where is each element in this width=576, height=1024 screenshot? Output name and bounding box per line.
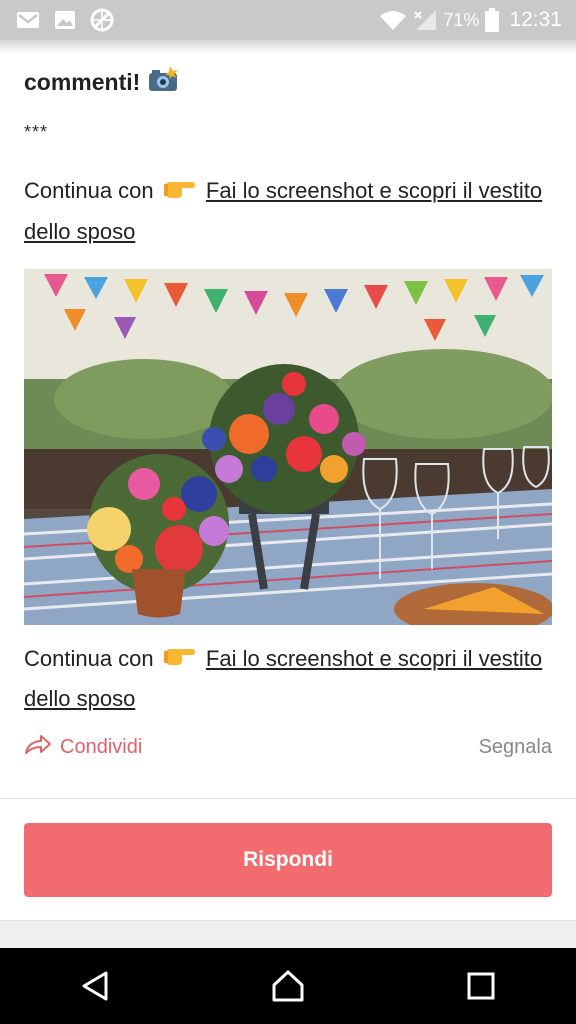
- separator-text: ***: [24, 122, 49, 142]
- vpn-icon: [90, 8, 114, 32]
- continue-prefix: Continua con: [24, 178, 154, 203]
- heading-text: commenti!: [24, 68, 141, 95]
- report-button[interactable]: Segnala: [479, 736, 552, 759]
- home-icon[interactable]: [271, 970, 305, 1002]
- continue-prefix: Continua con: [24, 645, 154, 671]
- wifi-icon: [379, 9, 407, 31]
- post-heading: commenti!: [24, 66, 552, 98]
- divider: [0, 798, 576, 799]
- status-bar: 71% 12:31: [0, 0, 576, 40]
- continue-paragraph-2: Continua con Fai lo screenshot e scopri …: [24, 639, 552, 719]
- post-actions: Condividi Segnala: [24, 730, 552, 764]
- camera-flash-emoji-icon: [148, 66, 179, 98]
- gmail-icon: [16, 11, 40, 29]
- continue-paragraph-1: Continua con Fai lo screenshot e scopri …: [24, 171, 552, 251]
- signal-icon: [413, 9, 437, 31]
- share-button[interactable]: Condividi: [24, 733, 142, 761]
- pointing-hand-icon: [163, 173, 196, 212]
- post-content: commenti! *** Continua con Fai lo screen…: [24, 56, 552, 718]
- back-icon[interactable]: [80, 970, 110, 1002]
- reply-button[interactable]: Rispondi: [24, 823, 552, 897]
- header-shadow: [0, 40, 576, 54]
- recents-icon[interactable]: [466, 971, 496, 1001]
- share-label: Condividi: [60, 735, 143, 758]
- bottom-strip: [0, 920, 576, 949]
- pointing-hand-icon: [163, 640, 196, 679]
- navigation-bar: [0, 948, 576, 1024]
- battery-percent: 71%: [443, 9, 480, 30]
- battery-icon: [485, 8, 500, 32]
- gallery-icon: [54, 10, 76, 30]
- share-arrow-icon: [24, 733, 52, 761]
- wedding-table-photo: [24, 268, 552, 625]
- clock: 12:31: [509, 8, 562, 31]
